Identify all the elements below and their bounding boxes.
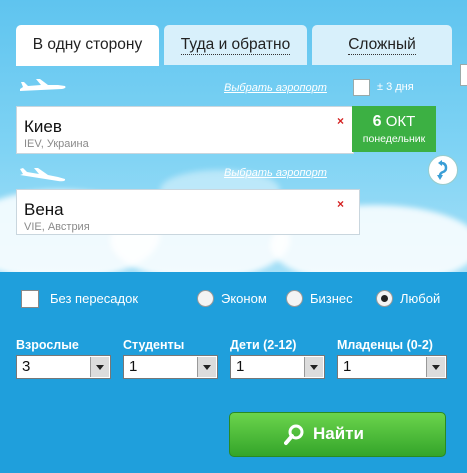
adults-select[interactable]: 3	[16, 355, 111, 379]
swap-cities-button[interactable]	[428, 155, 458, 185]
tab-label: Сложный	[348, 36, 416, 55]
search-button-label: Найти	[313, 424, 364, 443]
date-day: 6	[372, 113, 382, 130]
class-economy-radio[interactable]	[197, 290, 214, 307]
arrival-choose-airport-link[interactable]: Выбрать аэропорт	[224, 167, 327, 179]
tab-label: В одну сторону	[32, 36, 143, 53]
clear-arrival-icon[interactable]: ×	[337, 197, 344, 211]
infants-label: Младенцы (0-2)	[337, 338, 433, 352]
flight-search-widget: В одну сторону Туда и обратно Сложный Вы…	[0, 0, 467, 473]
flex-dates-label: ± 3 дня	[377, 81, 414, 93]
students-value: 1	[129, 358, 138, 375]
edge-checkbox[interactable]	[460, 64, 467, 86]
children-value: 1	[236, 358, 245, 375]
departure-airport: IEV, Украина	[24, 138, 89, 150]
infants-value: 1	[343, 358, 352, 375]
date-picker-button[interactable]: 6 ОКТ понедельник	[352, 106, 436, 152]
flex-dates-checkbox[interactable]	[353, 79, 370, 96]
children-select[interactable]: 1	[230, 355, 325, 379]
departure-city: Киев	[24, 117, 62, 136]
date-month: ОКТ	[385, 113, 416, 130]
chevron-down-icon	[304, 357, 323, 377]
tab-label: Туда и обратно	[180, 36, 291, 55]
search-icon	[284, 424, 304, 445]
arrival-airport: VIE, Австрия	[24, 221, 90, 233]
tab-round-trip[interactable]: Туда и обратно	[164, 25, 307, 65]
adults-value: 3	[22, 358, 31, 375]
date-weekday: понедельник	[362, 133, 426, 145]
arrival-field[interactable]: Вена VIE, Австрия ×	[16, 189, 360, 235]
infants-select[interactable]: 1	[337, 355, 447, 379]
departure-choose-airport-link[interactable]: Выбрать аэропорт	[224, 82, 327, 94]
children-label: Дети (2-12)	[230, 338, 297, 352]
direct-flights-checkbox[interactable]	[21, 290, 39, 308]
students-select[interactable]: 1	[123, 355, 218, 379]
class-any-radio[interactable]	[376, 290, 393, 307]
trip-type-tabs: В одну сторону Туда и обратно Сложный	[16, 25, 452, 66]
departure-plane-icon	[20, 79, 66, 91]
tab-one-way[interactable]: В одну сторону	[16, 25, 159, 66]
arrival-city: Вена	[24, 200, 64, 219]
class-economy-label: Эконом	[221, 291, 267, 306]
chevron-down-icon	[426, 357, 445, 377]
direct-flights-label: Без пересадок	[50, 291, 139, 306]
search-button[interactable]: Найти	[229, 412, 446, 457]
students-label: Студенты	[123, 338, 185, 352]
chevron-down-icon	[90, 357, 109, 377]
chevron-down-icon	[197, 357, 216, 377]
clear-departure-icon[interactable]: ×	[337, 114, 344, 128]
tab-multi-city[interactable]: Сложный	[312, 25, 452, 65]
class-business-label: Бизнес	[310, 291, 353, 306]
departure-field[interactable]: Киев IEV, Украина ×	[16, 106, 354, 154]
arrival-plane-icon	[20, 168, 66, 182]
adults-label: Взрослые	[16, 338, 79, 352]
swap-icon	[437, 160, 448, 180]
class-business-radio[interactable]	[286, 290, 303, 307]
class-any-label: Любой	[400, 291, 441, 306]
